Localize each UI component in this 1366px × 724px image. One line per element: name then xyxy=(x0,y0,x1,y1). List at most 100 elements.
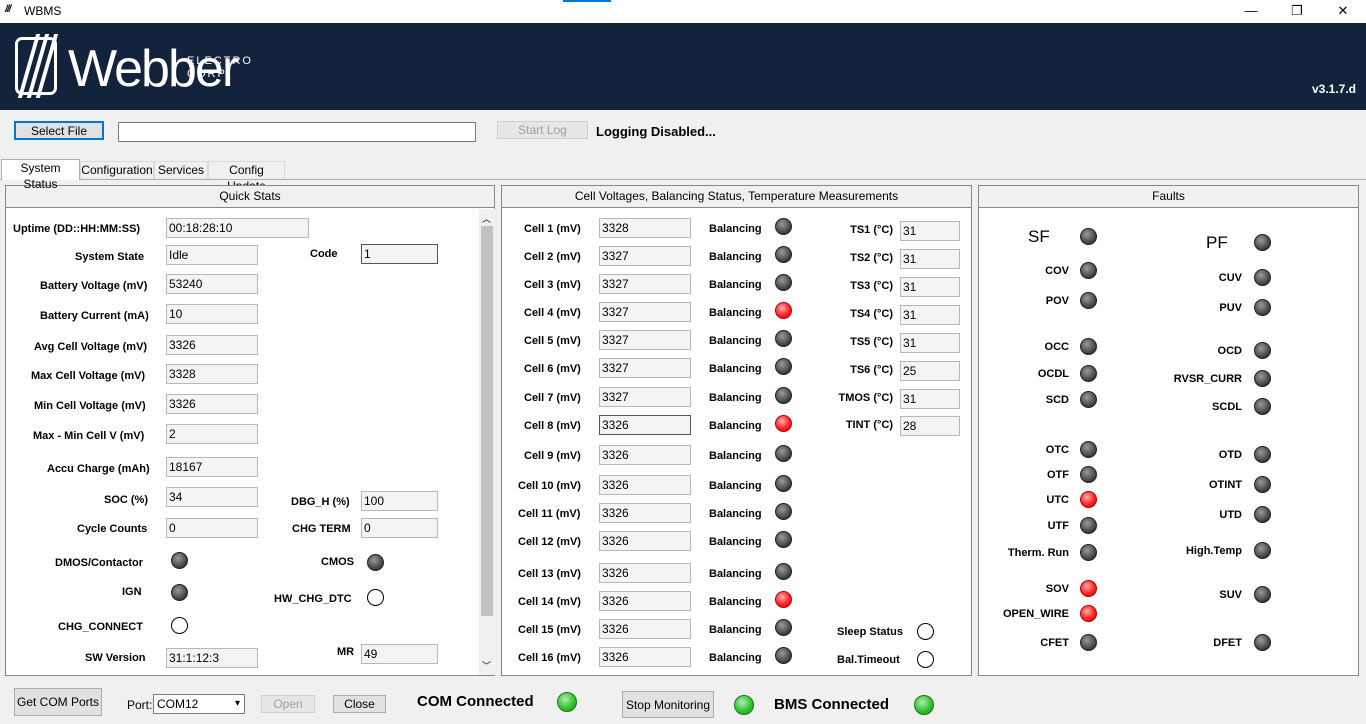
stop-monitoring-button[interactable]: Stop Monitoring xyxy=(622,691,714,718)
cell-13-voltage-field[interactable]: 3326 xyxy=(599,563,691,583)
close-window-button[interactable]: ✕ xyxy=(1320,0,1366,23)
fault-cuv-indicator xyxy=(1254,269,1271,286)
select-file-button[interactable]: Select File xyxy=(14,121,104,140)
cell-9-balancing-label: Balancing xyxy=(709,450,762,462)
title-bar: /// WBMS — ❐ ✕ xyxy=(0,0,1366,23)
close-port-button[interactable]: Close xyxy=(333,695,386,713)
fault-cov-label: COV xyxy=(1045,265,1069,277)
fault-utc-label: UTC xyxy=(1046,494,1069,506)
cell-11-voltage-field[interactable]: 3326 xyxy=(599,503,691,523)
cells-panel-title: Cell Voltages, Balancing Status, Tempera… xyxy=(502,186,971,208)
cell-14-voltage-field[interactable]: 3326 xyxy=(599,591,691,611)
open-button[interactable]: Open xyxy=(261,695,315,713)
cell-14-balancing-indicator xyxy=(775,591,792,608)
system-state-field[interactable]: Idle xyxy=(166,245,258,265)
cell-2-label: Cell 2 (mV) xyxy=(524,251,581,263)
cell-3-voltage-field[interactable]: 3327 xyxy=(599,274,691,294)
cell-7-balancing-label: Balancing xyxy=(709,392,762,404)
maximize-button[interactable]: ❐ xyxy=(1274,0,1320,23)
uptime-field[interactable]: 00:18:28:10 xyxy=(166,218,309,238)
scroll-up-icon[interactable]: ︿ xyxy=(482,212,491,225)
cell-16-label: Cell 16 (mV) xyxy=(518,652,581,664)
tab-configuration[interactable]: Configuration xyxy=(80,161,154,179)
temp-5-field[interactable]: 31 xyxy=(900,333,960,353)
cell-7-voltage-field[interactable]: 3327 xyxy=(599,387,691,407)
cell-9-voltage-field[interactable]: 3326 xyxy=(599,445,691,465)
cell-8-voltage-field[interactable]: 3326 xyxy=(599,415,691,435)
fault-dfet-label: DFET xyxy=(1213,637,1242,649)
scroll-down-icon[interactable]: ﹀ xyxy=(482,659,491,672)
cell-10-balancing-label: Balancing xyxy=(709,480,762,492)
scroll-thumb[interactable] xyxy=(481,226,493,616)
battery-current-field[interactable]: 10 xyxy=(166,304,258,324)
cell-4-balancing-indicator xyxy=(775,302,792,319)
cell-11-balancing-indicator xyxy=(775,503,792,520)
temp-3-label: TS3 (°C) xyxy=(850,280,893,292)
cell-5-voltage-field[interactable]: 3327 xyxy=(599,330,691,350)
cell-2-voltage-field[interactable]: 3327 xyxy=(599,246,691,266)
cell-4-voltage-field[interactable]: 3327 xyxy=(599,302,691,322)
min-cell-voltage-field[interactable]: 3326 xyxy=(166,394,258,414)
max-min-cell-v-label: Max - Min Cell V (mV) xyxy=(33,430,145,442)
cell-4-balancing-label: Balancing xyxy=(709,307,762,319)
dbg-h-field[interactable]: 100 xyxy=(361,491,438,511)
port-select[interactable]: COM12 ▾ xyxy=(153,694,245,714)
accu-charge-field[interactable]: 18167 xyxy=(166,457,258,477)
soc-field[interactable]: 34 xyxy=(166,487,258,507)
temp-5-label: TS5 (°C) xyxy=(850,336,893,348)
max-cell-voltage-field[interactable]: 3328 xyxy=(166,364,258,384)
cell-16-voltage-field[interactable]: 3326 xyxy=(599,647,691,667)
cell-2-balancing-indicator xyxy=(775,246,792,263)
mr-field[interactable]: 49 xyxy=(361,644,438,664)
cell-10-voltage-field[interactable]: 3326 xyxy=(599,475,691,495)
file-path-input[interactable] xyxy=(118,122,476,142)
soc-label: SOC (%) xyxy=(104,494,148,506)
minimize-button[interactable]: — xyxy=(1228,0,1274,23)
temp-4-label: TS4 (°C) xyxy=(850,308,893,320)
fault-ocd-label: OCD xyxy=(1217,345,1242,357)
fault-high-temp-indicator xyxy=(1254,542,1271,559)
sw-version-field[interactable]: 31:1:12:3 xyxy=(166,648,258,668)
ign-label: IGN xyxy=(122,586,142,598)
fault-cfet-indicator xyxy=(1080,634,1097,651)
temp-3-field[interactable]: 31 xyxy=(900,277,960,297)
quick-stats-scrollbar[interactable]: ︿ ﹀ xyxy=(479,209,495,675)
temp-6-field[interactable]: 25 xyxy=(900,361,960,381)
code-field[interactable]: 1 xyxy=(361,244,438,264)
cell-12-voltage-field[interactable]: 3326 xyxy=(599,531,691,551)
temp-4-field[interactable]: 31 xyxy=(900,305,960,325)
tab-system-status[interactable]: System Status xyxy=(1,159,80,191)
cell-15-voltage-field[interactable]: 3326 xyxy=(599,619,691,639)
cycle-counts-field[interactable]: 0 xyxy=(166,518,258,538)
cell-7-balancing-indicator xyxy=(775,387,792,404)
code-label: Code xyxy=(310,248,338,260)
bms-connected-indicator xyxy=(914,695,934,715)
avg-cell-voltage-field[interactable]: 3326 xyxy=(166,335,258,355)
cell-13-balancing-label: Balancing xyxy=(709,568,762,580)
cell-11-balancing-label: Balancing xyxy=(709,508,762,520)
battery-voltage-field[interactable]: 53240 xyxy=(166,274,258,294)
temp-2-field[interactable]: 31 xyxy=(900,249,960,269)
temp-7-field[interactable]: 31 xyxy=(900,389,960,409)
chg-term-field[interactable]: 0 xyxy=(361,518,438,538)
temp-1-field[interactable]: 31 xyxy=(900,221,960,241)
cycle-counts-label: Cycle Counts xyxy=(77,523,148,535)
sleep-status-indicator xyxy=(917,623,934,640)
chevron-down-icon[interactable]: ▾ xyxy=(235,695,240,713)
tab-services[interactable]: Services xyxy=(154,161,208,179)
cell-6-voltage-field[interactable]: 3327 xyxy=(599,358,691,378)
start-log-button[interactable]: Start Log xyxy=(497,121,588,139)
temp-1-label: TS1 (°C) xyxy=(850,224,893,236)
get-com-ports-button[interactable]: Get COM Ports xyxy=(14,688,102,716)
tab-config-update[interactable]: Config Update xyxy=(208,161,285,193)
fault-pov-indicator xyxy=(1080,292,1097,309)
fault-cfet-label: CFET xyxy=(1040,637,1069,649)
cell-16-balancing-indicator xyxy=(775,647,792,664)
app-version: v3.1.7.d xyxy=(1311,82,1356,96)
cell-8-label: Cell 8 (mV) xyxy=(524,420,581,432)
cell-1-voltage-field[interactable]: 3328 xyxy=(599,218,691,238)
temp-7-label: TMOS (°C) xyxy=(838,392,893,404)
temp-8-field[interactable]: 28 xyxy=(900,416,960,436)
max-min-cell-v-field[interactable]: 2 xyxy=(166,424,258,444)
com-connected-indicator xyxy=(557,692,577,712)
